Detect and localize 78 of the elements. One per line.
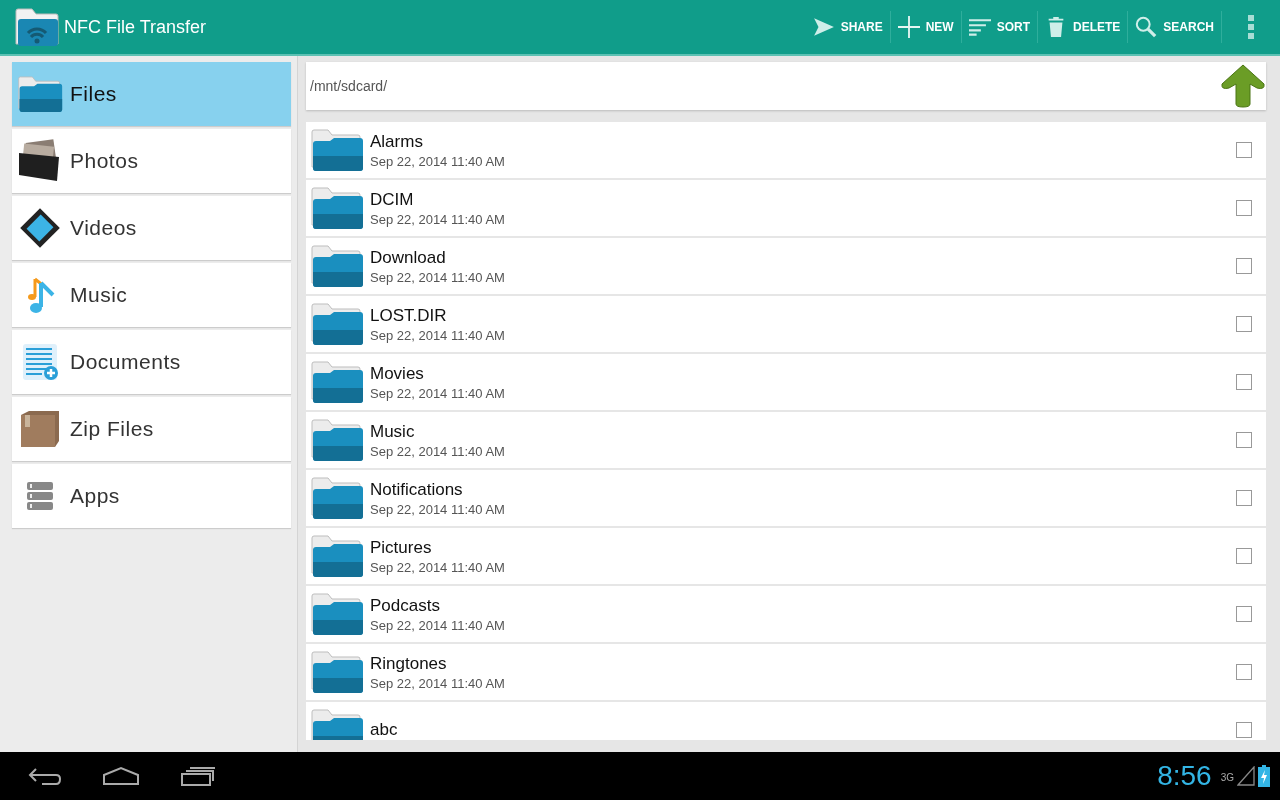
folder-name: Movies bbox=[370, 363, 425, 384]
folder-name: Alarms bbox=[370, 131, 424, 152]
folder-name: Notifications bbox=[370, 479, 464, 500]
home-icon bbox=[102, 766, 140, 786]
folder-name: Music bbox=[370, 421, 416, 442]
up-arrow-icon bbox=[1221, 64, 1265, 108]
folder-date: Sep 22, 2014 11:40 AM bbox=[370, 211, 506, 227]
folder-date: Sep 22, 2014 11:40 AM bbox=[370, 327, 506, 343]
checkbox[interactable] bbox=[1236, 548, 1252, 564]
folder-row[interactable]: Movies Sep 22, 2014 11:40 AM bbox=[306, 354, 1266, 410]
sidebar-item[interactable]: Music bbox=[12, 263, 291, 327]
folder-name: abc bbox=[370, 720, 399, 740]
folder-date: Sep 22, 2014 11:40 AM bbox=[370, 675, 506, 691]
folder-name: Download bbox=[370, 247, 447, 268]
battery-charging-icon bbox=[1258, 765, 1270, 787]
folder-name: Pictures bbox=[370, 537, 433, 558]
folder-date: Sep 22, 2014 11:40 AM bbox=[370, 269, 506, 285]
folder-row[interactable]: Download Sep 22, 2014 11:40 AM bbox=[306, 238, 1266, 294]
folder-name: Ringtones bbox=[370, 653, 448, 674]
folder-row[interactable]: Notifications Sep 22, 2014 11:40 AM bbox=[306, 470, 1266, 526]
folder-row[interactable]: Music Sep 22, 2014 11:40 AM bbox=[306, 412, 1266, 468]
folder-row[interactable]: LOST.DIR Sep 22, 2014 11:40 AM bbox=[306, 296, 1266, 352]
checkbox[interactable] bbox=[1236, 142, 1252, 158]
checkbox[interactable] bbox=[1236, 490, 1252, 506]
checkbox[interactable] bbox=[1236, 258, 1252, 274]
app-title: NFC File Transfer bbox=[64, 16, 207, 38]
folder-icon bbox=[310, 534, 364, 578]
sidebar-item[interactable]: Files bbox=[12, 62, 291, 126]
folder-date: Sep 22, 2014 11:40 AM bbox=[370, 153, 506, 169]
folder-row[interactable]: Alarms Sep 22, 2014 11:40 AM bbox=[306, 122, 1266, 178]
up-button[interactable] bbox=[1221, 64, 1265, 108]
folder-date: Sep 22, 2014 11:40 AM bbox=[370, 559, 506, 575]
folder-icon bbox=[310, 708, 364, 740]
folder-icon bbox=[310, 476, 364, 520]
folder-row[interactable]: Pictures Sep 22, 2014 11:40 AM bbox=[306, 528, 1266, 584]
folder-date: Sep 22, 2014 11:40 AM bbox=[370, 501, 506, 517]
plus-icon bbox=[897, 16, 920, 38]
checkbox[interactable] bbox=[1236, 200, 1252, 216]
sidebar-item[interactable]: Documents bbox=[12, 330, 291, 394]
sort-icon bbox=[968, 16, 991, 38]
folder-date: Sep 22, 2014 11:40 AM bbox=[370, 617, 506, 633]
folder-row[interactable]: Podcasts Sep 22, 2014 11:40 AM bbox=[306, 586, 1266, 642]
send-icon bbox=[812, 16, 835, 38]
checkbox[interactable] bbox=[1236, 316, 1252, 332]
network-type: 3G bbox=[1220, 772, 1234, 783]
folder-date: Sep 22, 2014 11:40 AM bbox=[370, 385, 506, 401]
folder-icon bbox=[310, 302, 364, 346]
sidebar-item[interactable]: Zip Files bbox=[12, 397, 291, 461]
checkbox[interactable] bbox=[1236, 664, 1252, 680]
checkbox[interactable] bbox=[1236, 432, 1252, 448]
folder-icon bbox=[310, 360, 364, 404]
folder-date: Sep 22, 2014 11:40 AM bbox=[370, 443, 506, 459]
folder-wifi-icon bbox=[14, 7, 60, 47]
sidebar-item[interactable]: Photos bbox=[12, 129, 291, 193]
back-icon bbox=[28, 766, 62, 786]
folder-row[interactable]: abc bbox=[306, 702, 1266, 740]
folder-icon bbox=[310, 592, 364, 636]
folder-icon bbox=[310, 650, 364, 694]
menu-icon bbox=[1248, 15, 1254, 39]
recent-apps-icon bbox=[180, 766, 216, 786]
checkbox[interactable] bbox=[1236, 374, 1252, 390]
signal-icon bbox=[1237, 766, 1255, 786]
folder-icon bbox=[310, 186, 364, 230]
checkbox[interactable] bbox=[1236, 606, 1252, 622]
folder-icon bbox=[310, 128, 364, 172]
search-icon bbox=[1135, 16, 1158, 38]
folder-icon bbox=[310, 244, 364, 288]
folder-row[interactable]: Ringtones Sep 22, 2014 11:40 AM bbox=[306, 644, 1266, 700]
folder-name: Podcasts bbox=[370, 595, 441, 616]
folder-name: DCIM bbox=[370, 189, 415, 210]
folder-icon bbox=[310, 418, 364, 462]
sidebar-item[interactable]: Videos bbox=[12, 196, 291, 260]
clock: 8:56 bbox=[1157, 760, 1212, 792]
folder-row[interactable]: DCIM Sep 22, 2014 11:40 AM bbox=[306, 180, 1266, 236]
checkbox[interactable] bbox=[1236, 722, 1252, 738]
folder-name: LOST.DIR bbox=[370, 305, 448, 326]
sidebar-item[interactable]: Apps bbox=[12, 464, 291, 528]
path-text: /mnt/sdcard/ bbox=[310, 78, 388, 94]
